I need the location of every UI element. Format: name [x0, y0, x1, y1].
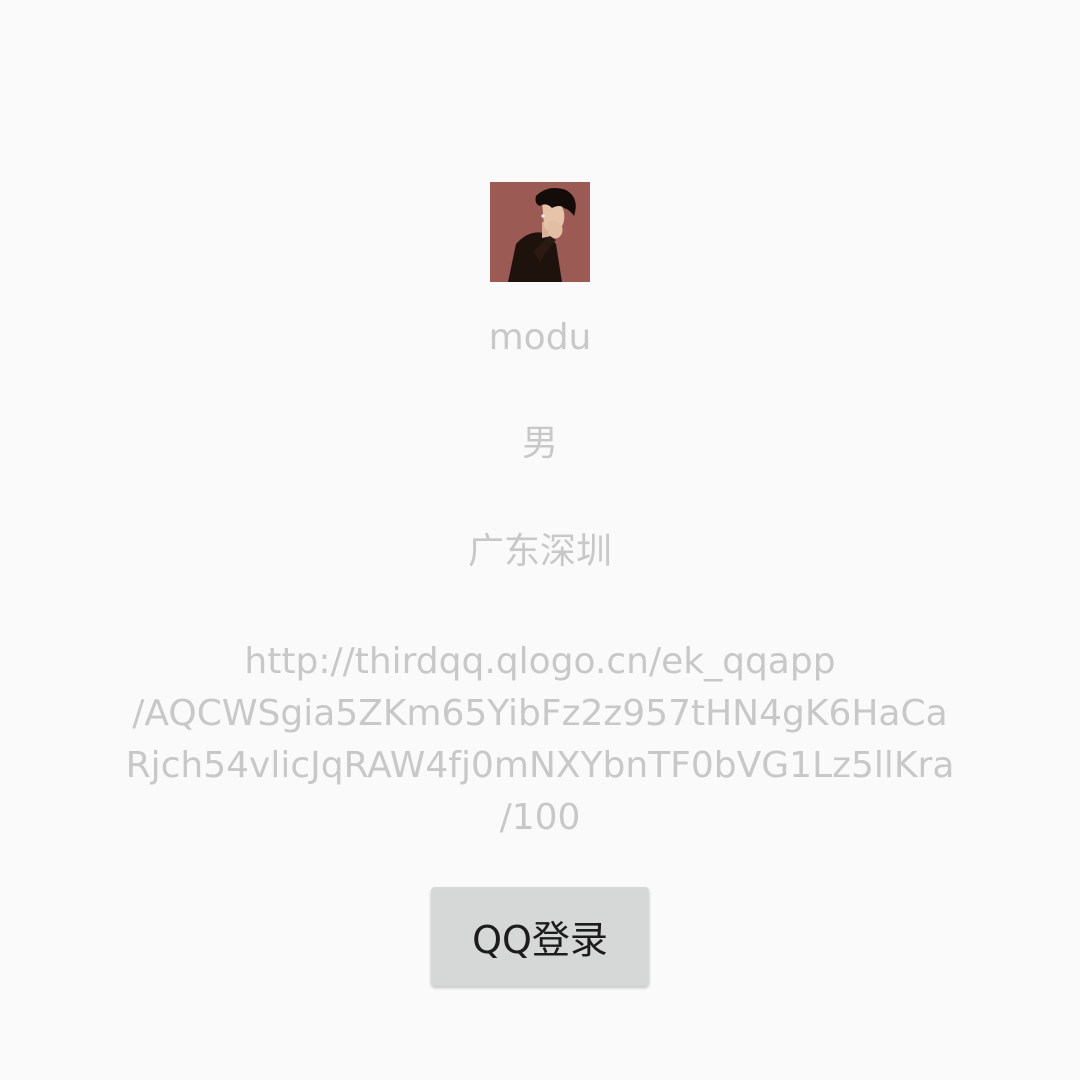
avatar-url-line: /AQCWSgia5ZKm65YibFz2z957tHN4gK6HaCa	[132, 693, 948, 734]
user-location: 广东深圳	[467, 531, 612, 572]
avatar-url-text: http://thirdqq.qlogo.cn/ek_qqapp /AQCWSg…	[100, 636, 980, 844]
profile-screen: modu 男 广东深圳 http://thirdqq.qlogo.cn/ek_q…	[0, 0, 1080, 1080]
avatar-url-line: http://thirdqq.qlogo.cn/ek_qqapp	[244, 641, 836, 682]
avatar-url-line: Rjch54vlicJqRAW4fj0mNXYbnTF0bVG1Lz5llKra	[125, 745, 955, 786]
user-nickname: modu	[488, 317, 592, 358]
qq-login-button[interactable]: QQ登录	[431, 887, 649, 986]
user-gender: 男	[521, 423, 558, 464]
user-avatar	[490, 182, 590, 282]
qq-login-label: QQ登录	[472, 918, 608, 962]
avatar-url-line: /100	[499, 797, 581, 838]
avatar-illustration-icon	[490, 182, 590, 282]
